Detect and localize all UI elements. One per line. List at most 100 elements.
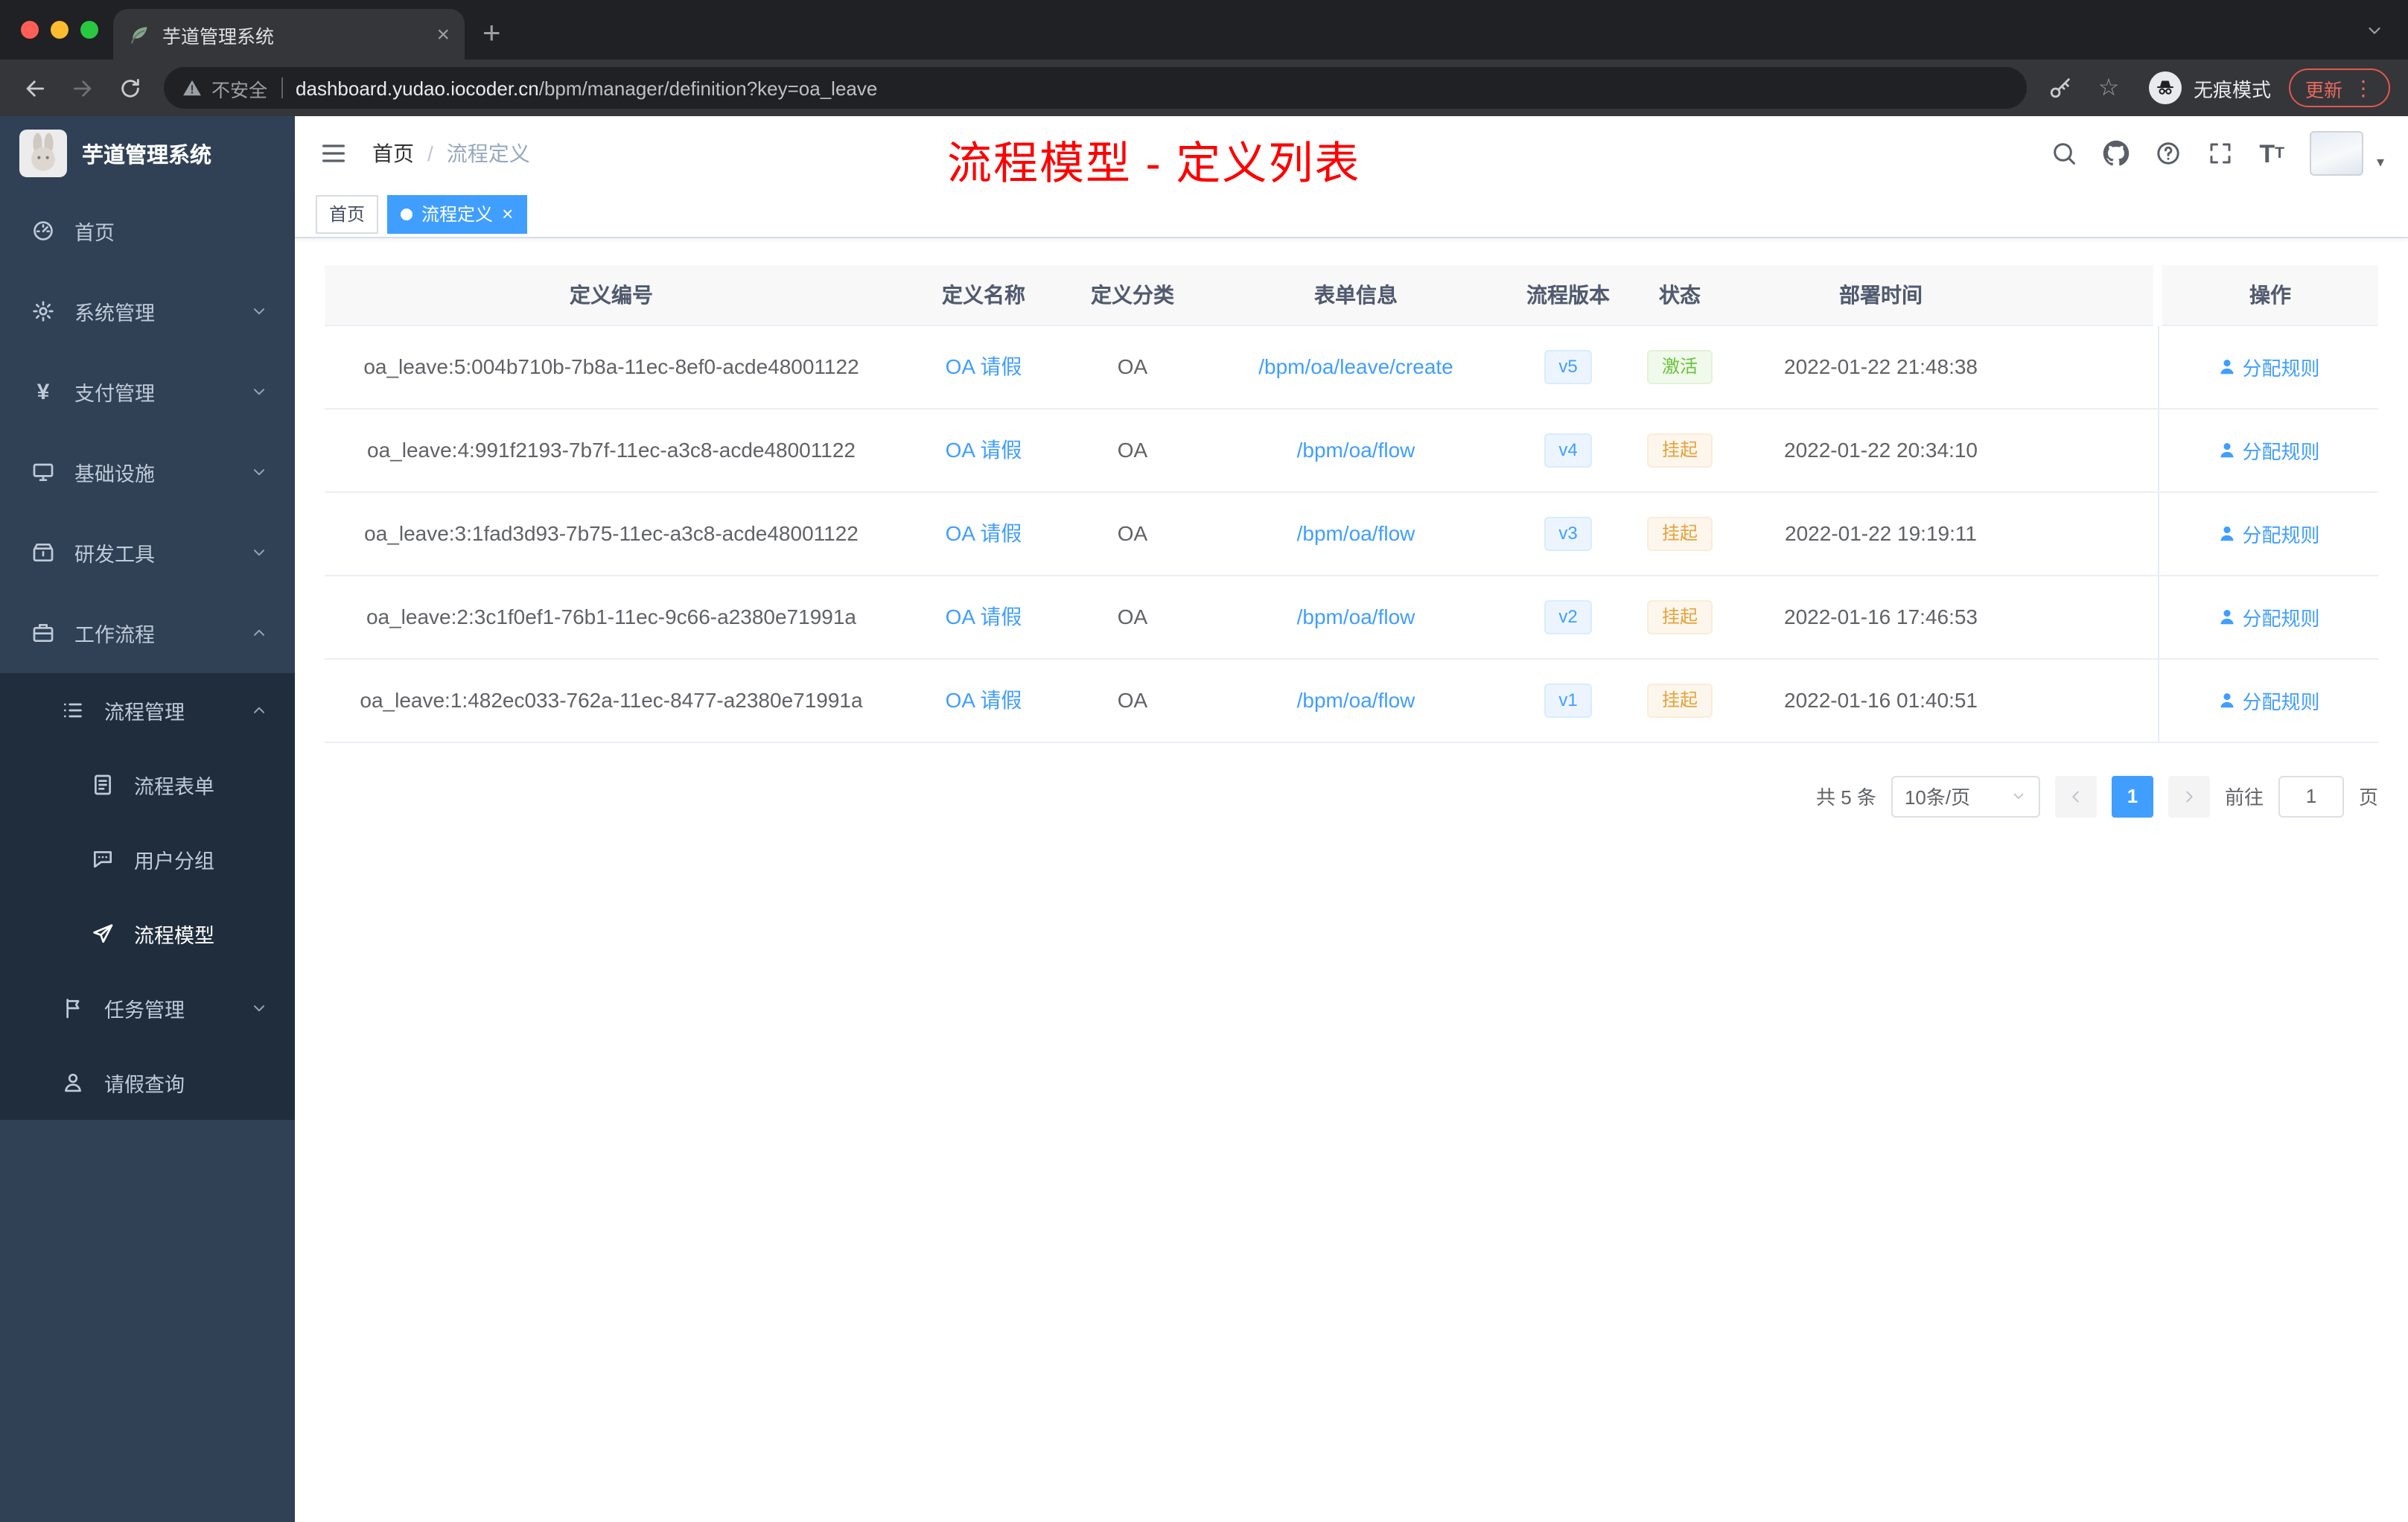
tag-home[interactable]: 首页 (316, 194, 379, 233)
tab-search-chevron-icon[interactable] (2365, 21, 2384, 40)
back-button[interactable] (12, 66, 57, 110)
definition-name-link[interactable]: OA 请假 (946, 521, 1022, 545)
tag-process-definition[interactable]: 流程定义 × (387, 194, 527, 233)
breadcrumb-home[interactable]: 首页 (372, 141, 414, 165)
goto-label: 前往 (2224, 786, 2264, 809)
definition-name-link[interactable]: OA 请假 (946, 438, 1022, 462)
form-link[interactable]: /bpm/oa/flow (1297, 605, 1415, 628)
sidebar-item-label: 工作流程 (74, 624, 155, 646)
cell-operation: 分配规则 (2157, 491, 2378, 576)
definition-name-link[interactable]: OA 请假 (946, 688, 1022, 712)
new-tab-button[interactable]: + (482, 18, 501, 49)
sidebar-item-process-management[interactable]: 流程管理 (0, 673, 295, 748)
assign-rule-link[interactable]: 分配规则 (2217, 519, 2320, 547)
cell-status: 挂起 (1620, 491, 1739, 576)
update-chrome-button[interactable]: 更新 ⋮ (2288, 69, 2390, 107)
tab-close-icon[interactable]: × (436, 23, 450, 45)
tag-close-icon[interactable]: × (502, 204, 513, 223)
security-warning-icon[interactable] (182, 77, 203, 98)
sidebar-item-payment-management[interactable]: ¥ 支付管理 (0, 351, 295, 432)
cell-form: /bpm/oa/leave/create (1196, 325, 1516, 409)
prev-page-button[interactable] (2054, 775, 2097, 817)
version-tag: v2 (1544, 599, 1593, 634)
forward-button[interactable] (60, 66, 104, 110)
user-avatar[interactable] (2309, 131, 2363, 176)
goto-page-input[interactable] (2278, 775, 2344, 817)
browser-tab[interactable]: 芋道管理系统 × (113, 9, 465, 60)
cell-operation: 分配规则 (2157, 325, 2378, 409)
table-row: oa_leave:5:004b710b-7b8a-11ec-8ef0-acde4… (325, 325, 2378, 409)
bookmark-star-icon[interactable]: ☆ (2086, 66, 2131, 110)
avatar-caret-icon[interactable]: ▾ (2377, 155, 2384, 171)
task-icon (60, 995, 86, 1022)
cell-version: v4 (1516, 408, 1620, 492)
cell-category: OA (1069, 658, 1196, 742)
table-row: oa_leave:3:1fad3d93-7b75-11ec-a3c8-acde4… (325, 491, 2378, 576)
form-link[interactable]: /bpm/oa/leave/create (1258, 354, 1453, 378)
cell-spacer (2022, 575, 2158, 659)
incognito-badge: 无痕模式 (2148, 71, 2271, 104)
cell-spacer (2022, 658, 2158, 742)
user-icon (2217, 607, 2236, 626)
chevron-left-icon (2067, 787, 2085, 805)
annotation-title: 流程模型 - 定义列表 (947, 140, 1361, 189)
form-link[interactable]: /bpm/oa/flow (1297, 688, 1415, 712)
sidebar-item-label: 用户分组 (134, 850, 214, 873)
sidebar-item-task-management[interactable]: 任务管理 (0, 971, 295, 1045)
form-link[interactable]: /bpm/oa/flow (1297, 438, 1415, 462)
send-icon (89, 920, 116, 947)
sidebar-item-process-form[interactable]: 流程表单 (0, 748, 295, 822)
reload-button[interactable] (107, 66, 152, 110)
sidebar-item-home[interactable]: 首页 (0, 191, 295, 271)
sidebar-item-infrastructure[interactable]: 基础设施 (0, 432, 295, 512)
site-favicon-icon (128, 23, 150, 45)
form-link[interactable]: /bpm/oa/flow (1297, 521, 1415, 545)
cell-form: /bpm/oa/flow (1196, 658, 1516, 742)
address-bar[interactable]: 不安全 dashboard.yudao.iocoder.cn /bpm/mana… (164, 67, 2027, 109)
column-header: 流程版本 (1516, 265, 1620, 325)
status-tag: 激活 (1646, 349, 1713, 383)
window-zoom-button[interactable] (80, 21, 98, 39)
sidebar-item-workflow[interactable]: 工作流程 (0, 593, 295, 673)
assign-rule-link[interactable]: 分配规则 (2217, 436, 2320, 464)
window-close-button[interactable] (21, 21, 39, 39)
menu-dots-icon[interactable]: ⋮ (2353, 77, 2374, 98)
assign-rule-link[interactable]: 分配规则 (2217, 602, 2320, 631)
cell-definition-id: oa_leave:2:3c1f0ef1-76b1-11ec-9c66-a2380… (325, 575, 898, 659)
font-size-icon[interactable]: TT (2259, 141, 2284, 166)
sidebar: 芋道管理系统 首页 系统管理 ¥ 支付管理 基础设施 研发工具工作流程流程管理 流程表单用户… (0, 116, 295, 1522)
cell-status: 挂起 (1620, 658, 1739, 742)
window-minimize-button[interactable] (51, 21, 69, 39)
cell-deploy-time: 2022-01-16 17:46:53 (1739, 575, 2022, 659)
breadcrumb-separator: / (427, 141, 433, 165)
search-icon[interactable] (2051, 140, 2077, 167)
current-page-button[interactable]: 1 (2111, 775, 2153, 817)
fullscreen-icon[interactable] (2207, 140, 2234, 167)
user-icon (60, 1069, 86, 1096)
chevron-down-icon (250, 302, 268, 320)
help-icon[interactable] (2155, 140, 2182, 167)
sidebar-logo[interactable]: 芋道管理系统 (0, 116, 295, 191)
sidebar-item-leave-query[interactable]: 请假查询 (0, 1045, 295, 1120)
page-size-select[interactable]: 10条/页 (1891, 775, 2040, 817)
collapse-sidebar-button[interactable] (319, 138, 348, 168)
password-key-icon[interactable] (2039, 66, 2083, 110)
users-icon (89, 846, 116, 873)
url-domain: dashboard.yudao.iocoder.cn (296, 77, 539, 99)
assign-rule-link[interactable]: 分配规则 (2217, 686, 2320, 714)
cell-definition-name: OA 请假 (898, 575, 1069, 659)
sidebar-item-dev-tools[interactable]: 研发工具 (0, 512, 295, 593)
github-icon[interactable] (2103, 140, 2130, 167)
assign-rule-link[interactable]: 分配规则 (2217, 352, 2320, 380)
cell-spacer (2022, 491, 2158, 576)
next-page-button[interactable] (2167, 775, 2210, 817)
definition-name-link[interactable]: OA 请假 (946, 605, 1022, 628)
sidebar-item-user-group[interactable]: 用户分组 (0, 822, 295, 897)
url-path: /bpm/manager/definition?key=oa_leave (538, 77, 878, 99)
sidebar-item-label: 任务管理 (104, 999, 185, 1022)
definition-name-link[interactable]: OA 请假 (946, 354, 1022, 378)
user-icon (2217, 690, 2236, 710)
sidebar-item-process-model[interactable]: 流程模型 (0, 897, 295, 971)
sidebar-item-system-management[interactable]: 系统管理 (0, 271, 295, 351)
browser-tab-strip: 芋道管理系统 × + (0, 0, 2408, 60)
